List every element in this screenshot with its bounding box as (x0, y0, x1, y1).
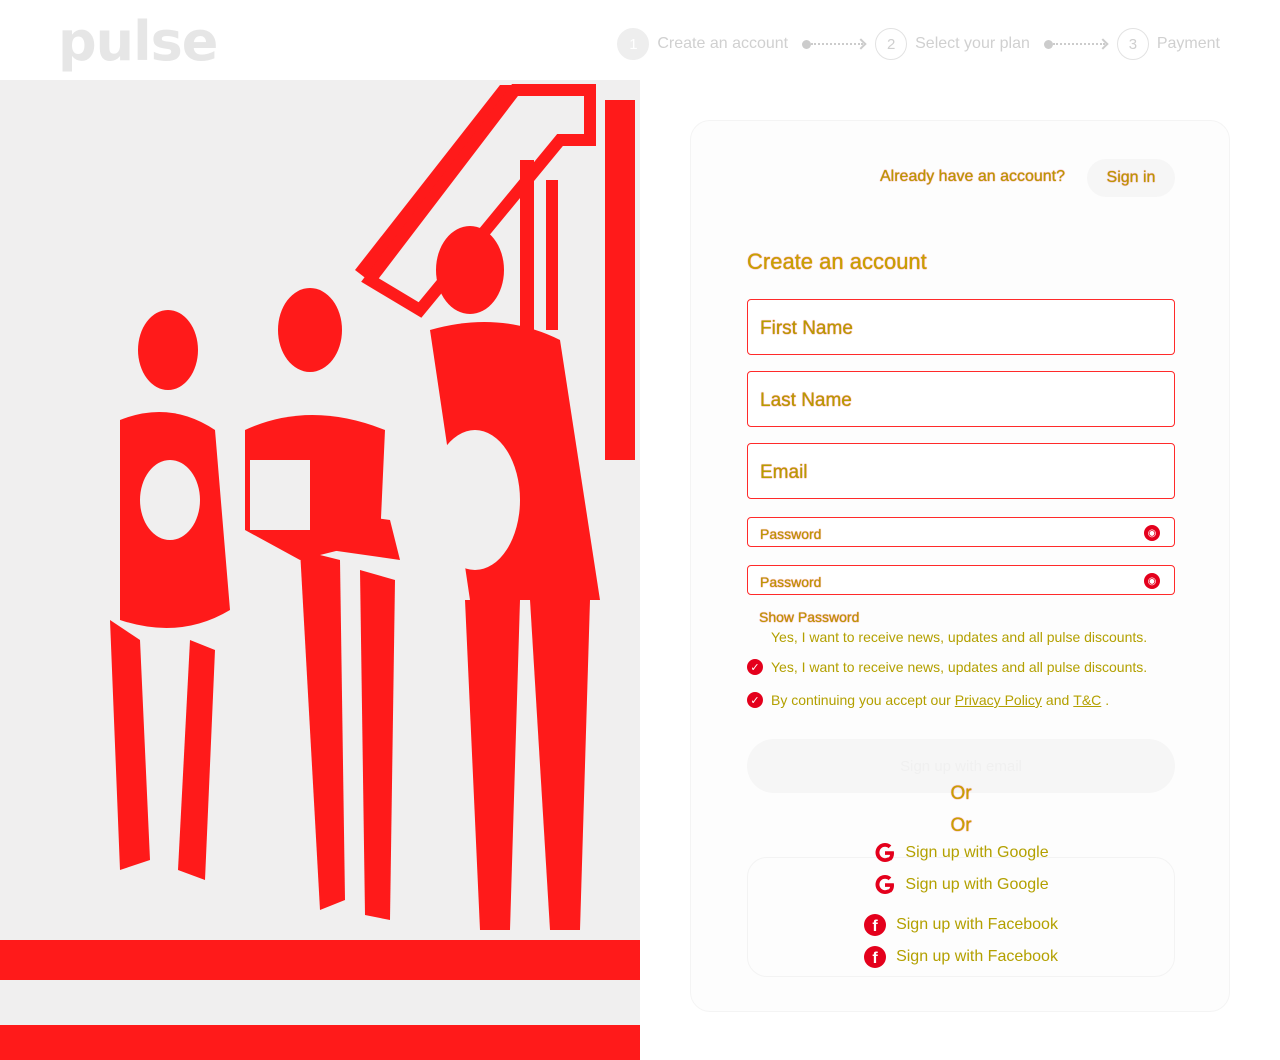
step-number: 3 (1116, 28, 1149, 60)
step-label: Select your plan (915, 35, 1030, 52)
pulse-logo[interactable]: pulse (58, 10, 218, 73)
form-title: Create an account (747, 249, 927, 274)
terms-link[interactable]: T&C (1073, 692, 1101, 708)
last-name-field[interactable]: Last Name (747, 371, 1175, 427)
google-signup-label: Sign up with Google (905, 876, 1049, 893)
signup-stepper: 1 Create an account 2 Select your plan 3… (617, 28, 1220, 60)
signin-prompt: Already have an account? (879, 168, 1065, 185)
step-label: Create an account (657, 35, 789, 52)
news-optin-label: Yes, I want to receive news, updates and… (771, 659, 1148, 675)
password-confirm-field[interactable]: Password ◉ (747, 565, 1175, 595)
consent-suffix: . (1105, 692, 1110, 708)
password-confirm-placeholder: Password (760, 574, 822, 590)
news-optin-checkbox-row[interactable]: ✓ Yes, I want to receive news, updates a… (747, 659, 1187, 675)
step-number: 1 (617, 28, 650, 60)
step-connector-arrow-icon (1043, 38, 1109, 50)
news-optin-text: Yes, I want to receive news, updates and… (771, 629, 1148, 645)
header: pulse 1 Create an account 2 Select your … (0, 0, 1280, 80)
facebook-icon: f (864, 914, 887, 936)
google-icon (875, 843, 895, 862)
first-name-field[interactable]: First Name (747, 299, 1175, 355)
eye-icon[interactable]: ◉ (1144, 573, 1160, 589)
consent-checkbox-row[interactable]: ✓ By continuing you accept our Privacy P… (747, 692, 1187, 708)
google-signup-label: Sign up with Google (905, 844, 1049, 861)
eye-icon[interactable]: ◉ (1144, 525, 1160, 541)
hero-photo-illustration (0, 80, 640, 1060)
password-field[interactable]: Password ◉ (747, 517, 1175, 547)
show-password-toggle[interactable]: Show Password (759, 609, 859, 625)
google-signup-button[interactable]: Sign up with Google (747, 865, 1175, 905)
facebook-signup-label: Sign up with Facebook (896, 916, 1058, 933)
facebook-signup-label: Sign up with Facebook (896, 948, 1058, 965)
signin-button[interactable]: Sign in (1087, 159, 1175, 197)
check-icon[interactable]: ✓ (747, 659, 763, 675)
privacy-policy-link[interactable]: Privacy Policy (955, 692, 1042, 708)
password-placeholder: Password (760, 526, 822, 542)
consent-prefix: By continuing you accept our (771, 692, 951, 708)
step-payment: 3 Payment (1116, 28, 1220, 60)
consent-and: and (1045, 692, 1070, 708)
email-field[interactable]: Email (747, 443, 1175, 499)
step-create-account: 1 Create an account (617, 28, 788, 60)
email-placeholder: Email (760, 462, 808, 483)
facebook-icon: f (864, 946, 887, 968)
google-icon (875, 875, 895, 894)
step-number: 2 (875, 28, 908, 60)
or-divider: Or (950, 783, 972, 804)
last-name-placeholder: Last Name (760, 390, 852, 411)
signin-row: Already have an account? Sign in (691, 159, 1231, 199)
facebook-signup-button[interactable]: f Sign up with Facebook (747, 937, 1175, 977)
check-icon[interactable]: ✓ (747, 692, 763, 708)
hero-image (0, 80, 640, 1060)
signup-card: Already have an account? Sign in Create … (690, 120, 1230, 1012)
step-label: Payment (1156, 35, 1220, 52)
step-select-plan: 2 Select your plan (875, 28, 1030, 60)
step-connector-arrow-icon (802, 38, 867, 50)
first-name-placeholder: First Name (760, 318, 853, 339)
